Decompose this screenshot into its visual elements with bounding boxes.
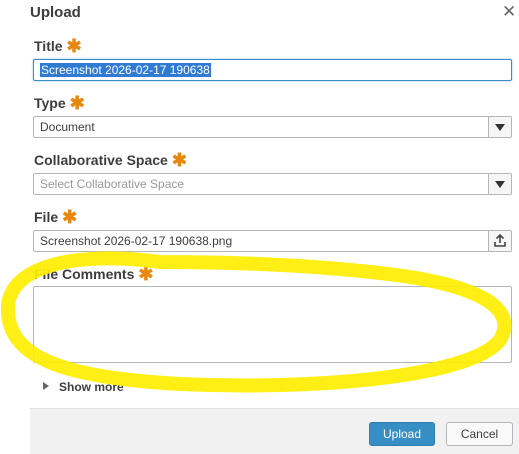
collab-space-select[interactable]: Select Collaborative Space xyxy=(33,173,512,195)
chevron-down-icon xyxy=(495,180,505,188)
file-comments-label: File Comments ✱ xyxy=(34,264,153,285)
file-comments-textarea[interactable] xyxy=(33,286,512,363)
collab-space-placeholder: Select Collaborative Space xyxy=(40,177,185,191)
show-more-label: Show more xyxy=(59,380,124,394)
type-select[interactable]: Document xyxy=(33,116,512,138)
title-input-value: Screenshot 2026-02-17 190638 xyxy=(40,63,211,77)
required-star-icon: ✱ xyxy=(62,207,78,227)
close-icon[interactable]: ✕ xyxy=(502,3,516,21)
upload-icon xyxy=(494,233,506,247)
type-select-value: Document xyxy=(40,120,95,134)
collab-space-label-text: Collaborative Space xyxy=(34,152,168,168)
chevron-down-icon xyxy=(495,123,505,131)
file-label: File ✱ xyxy=(34,207,77,228)
file-input[interactable]: Screenshot 2026-02-17 190638.png xyxy=(33,230,512,252)
file-label-text: File xyxy=(34,209,59,225)
upload-file-button[interactable] xyxy=(488,231,511,251)
file-comments-label-text: File Comments xyxy=(34,266,135,282)
type-label-text: Type xyxy=(34,95,66,111)
required-star-icon: ✱ xyxy=(69,93,85,113)
collab-space-dropdown-button[interactable] xyxy=(488,174,511,194)
show-more-toggle[interactable]: Show more xyxy=(43,380,124,394)
upload-button[interactable]: Upload xyxy=(369,422,435,446)
file-input-value: Screenshot 2026-02-17 190638.png xyxy=(40,234,233,248)
dialog-footer: Upload Cancel xyxy=(30,408,519,454)
dialog-title: Upload xyxy=(30,4,81,21)
type-label: Type ✱ xyxy=(34,93,85,114)
title-input[interactable]: Screenshot 2026-02-17 190638 xyxy=(33,59,512,81)
collab-space-label: Collaborative Space ✱ xyxy=(34,150,187,171)
title-label: Title ✱ xyxy=(34,36,82,57)
type-dropdown-button[interactable] xyxy=(488,117,511,137)
title-label-text: Title xyxy=(34,38,63,54)
caret-right-icon xyxy=(43,382,49,390)
upload-dialog: Upload ✕ Title ✱ Screenshot 2026-02-17 19… xyxy=(0,0,519,454)
cancel-button[interactable]: Cancel xyxy=(446,422,513,446)
required-star-icon: ✱ xyxy=(138,264,154,284)
required-star-icon: ✱ xyxy=(171,150,187,170)
required-star-icon: ✱ xyxy=(66,36,82,56)
